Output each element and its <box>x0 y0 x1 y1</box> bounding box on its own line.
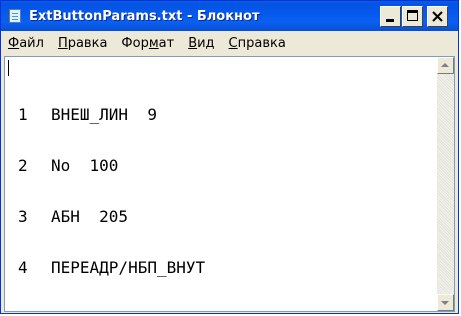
scroll-down-arrow-icon <box>441 301 449 305</box>
document-line: 4 ПЕРЕАДР/НБП_ВНУТ <box>18 259 437 276</box>
menu-help[interactable]: Справка <box>222 36 293 51</box>
document-text[interactable]: 1 ВНЕШ_ЛИН 9 2 No 100 3 АБН 205 4 ПЕРЕАДР/НБ… <box>5 57 437 311</box>
close-button[interactable] <box>427 6 448 27</box>
line-number: 2 <box>18 156 28 175</box>
maximize-icon <box>407 10 418 21</box>
scroll-up-button[interactable] <box>437 57 454 74</box>
scroll-down-button[interactable] <box>437 294 454 311</box>
menu-bar: Файл Правка Формат Вид Справка <box>1 32 458 54</box>
line-text: No 100 <box>51 156 119 175</box>
line-number: 1 <box>18 105 28 124</box>
notepad-icon[interactable] <box>7 8 23 24</box>
menu-format[interactable]: Формат <box>114 36 181 51</box>
line-text: ПЕРЕАДР/НБП_ВНУТ <box>51 258 206 277</box>
title-bar[interactable]: ExtButtonParams.txt - Блокнот <box>1 1 458 31</box>
notepad-window: ExtButtonParams.txt - Блокнот Файл Правк… <box>0 0 459 314</box>
vertical-scrollbar[interactable] <box>437 57 454 311</box>
close-icon <box>432 11 443 22</box>
document-line: 1 ВНЕШ_ЛИН 9 <box>18 106 437 123</box>
line-number: 4 <box>18 258 28 277</box>
document-line: 2 No 100 <box>18 157 437 174</box>
line-text: ВНЕШ_ЛИН 9 <box>51 105 157 124</box>
line-number: 3 <box>18 207 28 226</box>
window-title: ExtButtonParams.txt - Блокнот <box>29 8 260 24</box>
line-text: АБН 205 <box>51 207 129 226</box>
document-line: 3 АБН 205 <box>18 208 437 225</box>
menu-file[interactable]: Файл <box>1 36 51 51</box>
menu-view[interactable]: Вид <box>181 36 221 51</box>
scroll-up-arrow-icon <box>441 63 449 67</box>
menu-edit[interactable]: Правка <box>51 36 114 51</box>
maximize-button[interactable] <box>402 6 423 27</box>
text-editor[interactable]: 1 ВНЕШ_ЛИН 9 2 No 100 3 АБН 205 4 ПЕРЕАДР/НБ… <box>4 56 455 312</box>
minimize-icon <box>386 19 394 22</box>
minimize-button[interactable] <box>380 6 401 27</box>
